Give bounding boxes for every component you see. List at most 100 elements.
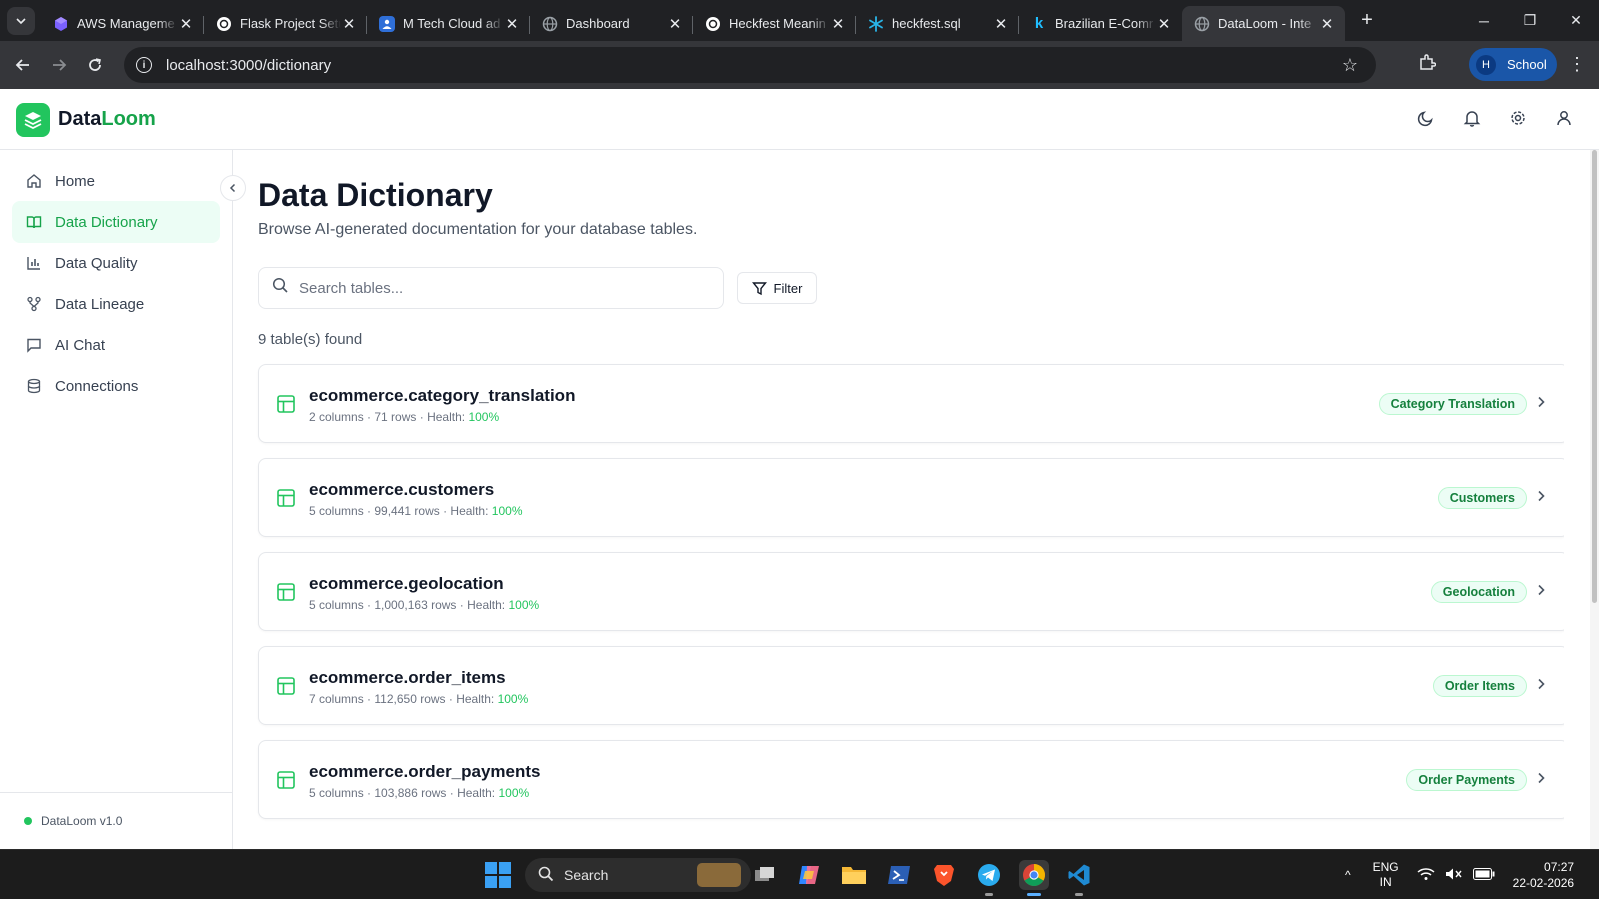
browser-tab[interactable]: M Tech Cloud ad ✕	[367, 7, 530, 41]
extensions-icon[interactable]	[1418, 53, 1437, 76]
close-icon[interactable]: ✕	[830, 15, 846, 33]
browser-tab[interactable]: Dashboard ✕	[530, 7, 693, 41]
profile-label: School	[1507, 57, 1547, 72]
browser-tab[interactable]: Flask Project Setu ✕	[204, 7, 367, 41]
vscode-icon[interactable]	[1064, 860, 1094, 896]
health-label: Health:	[467, 598, 506, 612]
bell-icon[interactable]	[1461, 107, 1483, 129]
tab-title: AWS Manageme	[77, 16, 175, 31]
copilot-icon[interactable]	[794, 860, 824, 890]
chevron-right-icon	[1536, 395, 1546, 411]
logo-icon[interactable]	[16, 103, 50, 137]
table-badge: Customers	[1437, 487, 1527, 509]
page-scrollbar[interactable]	[1590, 150, 1599, 849]
bar-chart-icon	[25, 254, 43, 272]
table-card[interactable]: ecommerce.customers 5 columns · 99,441 ro…	[258, 458, 1564, 537]
restore-icon[interactable]: ❐	[1507, 0, 1553, 41]
collapse-sidebar-button[interactable]	[220, 175, 246, 201]
terminal-icon[interactable]	[884, 860, 914, 890]
file-explorer-icon[interactable]	[839, 860, 869, 890]
sidebar-item-connections[interactable]: Connections	[12, 365, 220, 407]
filter-button[interactable]: Filter	[737, 272, 817, 304]
chrome-icon[interactable]	[1019, 860, 1049, 896]
region-code: IN	[1379, 875, 1392, 889]
table-card[interactable]: ecommerce.order_items 7 columns · 112,650…	[258, 646, 1564, 725]
sidebar-item-ai-chat[interactable]: AI Chat	[12, 324, 220, 366]
browser-tab[interactable]: k Brazilian E-Comr ✕	[1019, 7, 1182, 41]
table-icon	[276, 770, 296, 790]
close-icon[interactable]: ✕	[1319, 15, 1335, 33]
row-count: 71 rows	[374, 410, 417, 424]
table-name: ecommerce.order_payments	[309, 762, 541, 781]
language-code: ENG	[1372, 860, 1399, 874]
status-dot	[24, 817, 32, 825]
page-title: Data Dictionary	[258, 177, 493, 213]
browser-tab[interactable]: Heckfest Meanin ✕	[693, 7, 856, 41]
sidebar-item-data-lineage[interactable]: Data Lineage	[12, 283, 220, 325]
user-icon[interactable]	[1553, 107, 1575, 129]
battery-icon[interactable]	[1472, 867, 1495, 883]
chatgpt-icon	[216, 16, 232, 32]
table-card[interactable]: ecommerce.geolocation 5 columns · 1,000,1…	[258, 552, 1564, 631]
address-bar[interactable]: i localhost:3000/dictionary ☆	[124, 47, 1376, 83]
chevron-right-icon	[1536, 489, 1546, 505]
close-icon[interactable]: ✕	[341, 15, 357, 33]
language-indicator[interactable]: ENG IN	[1373, 860, 1399, 890]
tab-search-button[interactable]	[7, 6, 35, 35]
column-count: 5 columns	[309, 786, 364, 800]
sidebar-item-label: Data Lineage	[55, 295, 145, 313]
table-meta: 5 columns · 103,886 rows · Health: 100%	[309, 786, 529, 800]
new-tab-button[interactable]: +	[1353, 7, 1381, 35]
close-icon[interactable]: ✕	[667, 15, 683, 33]
browser-tab-active[interactable]: DataLoom - Inte ✕	[1182, 6, 1345, 41]
column-count: 2 columns	[309, 410, 364, 424]
chevron-right-icon	[1536, 677, 1546, 693]
table-name: ecommerce.order_items	[309, 668, 506, 687]
browser-tab[interactable]: AWS Manageme ✕	[41, 7, 204, 41]
version-label: DataLoom v1.0	[41, 814, 123, 828]
task-view-icon[interactable]	[750, 860, 780, 890]
close-icon[interactable]: ✕	[178, 15, 194, 33]
back-arrow-icon[interactable]	[5, 47, 41, 83]
settings-icon[interactable]	[1507, 107, 1529, 129]
sidebar-item-data-quality[interactable]: Data Quality	[12, 242, 220, 284]
reload-icon[interactable]	[77, 47, 113, 83]
site-info-icon[interactable]: i	[136, 57, 152, 73]
profile-chip[interactable]: H School	[1469, 48, 1557, 81]
sidebar-item-data-dictionary[interactable]: Data Dictionary	[12, 201, 220, 243]
close-icon[interactable]: ✕	[504, 15, 520, 33]
wifi-icon[interactable]	[1417, 867, 1435, 884]
close-icon[interactable]: ✕	[1156, 15, 1172, 33]
browser-menu-icon[interactable]: ⋮	[1568, 54, 1586, 75]
chevron-left-icon	[229, 183, 236, 193]
table-card[interactable]: ecommerce.order_payments 5 columns · 103,…	[258, 740, 1564, 819]
database-icon	[25, 377, 43, 395]
taskbar-search[interactable]: Search	[525, 858, 751, 892]
windows-start-icon[interactable]	[485, 862, 511, 888]
browser-tab[interactable]: heckfest.sql ✕	[856, 7, 1019, 41]
moon-icon[interactable]	[1415, 107, 1437, 129]
clock[interactable]: 07:27 22-02-2026	[1513, 859, 1574, 891]
filter-label: Filter	[773, 280, 803, 296]
table-card[interactable]: ecommerce.category_translation 2 columns …	[258, 364, 1564, 443]
chatgpt-icon	[705, 16, 721, 32]
brand-name[interactable]: DataLoom	[58, 108, 156, 131]
minimize-icon[interactable]: ─	[1461, 0, 1507, 41]
forward-arrow-icon[interactable]	[41, 47, 77, 83]
brave-icon[interactable]	[929, 860, 959, 890]
column-count: 7 columns	[309, 692, 364, 706]
search-highlight-image	[697, 863, 741, 887]
search-input[interactable]	[299, 279, 699, 297]
chevron-up-icon[interactable]: ^	[1345, 868, 1351, 882]
volume-muted-icon[interactable]	[1445, 867, 1463, 884]
scrollbar-thumb[interactable]	[1592, 150, 1597, 603]
close-icon[interactable]: ✕	[993, 15, 1009, 33]
close-window-icon[interactable]: ✕	[1553, 0, 1599, 41]
bookmark-star-icon[interactable]: ☆	[1342, 55, 1358, 76]
clock-time: 07:27	[1544, 860, 1575, 874]
taskbar-search-label: Search	[564, 867, 609, 883]
sidebar-item-home[interactable]: Home	[12, 160, 220, 202]
telegram-icon[interactable]	[974, 860, 1004, 896]
snowflake-icon	[868, 15, 884, 32]
table-meta: 7 columns · 112,650 rows · Health: 100%	[309, 692, 528, 706]
